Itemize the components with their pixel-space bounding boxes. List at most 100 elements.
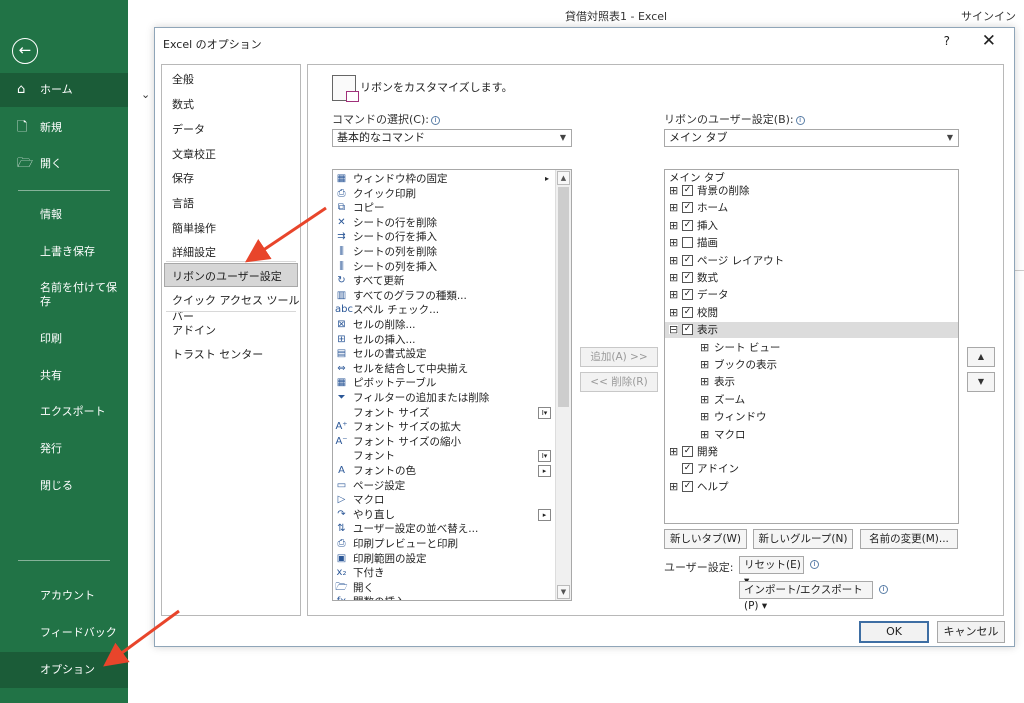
cancel-button[interactable]: キャンセル — [937, 621, 1005, 643]
info-icon[interactable]: i — [430, 116, 440, 125]
sidebar-item-save-as[interactable]: 名前を付けて保存 — [0, 281, 120, 309]
command-item[interactable]: ▦ ピボットテーブル — [333, 376, 553, 391]
checkbox-checked[interactable]: ✓ — [682, 306, 693, 318]
command-item[interactable]: ▭ ページ設定 — [333, 479, 553, 494]
nav-item-general[interactable]: 全般 — [172, 71, 194, 87]
sidebar-item-export[interactable]: エクスポート — [0, 405, 128, 419]
expand-icon[interactable]: ⊞ — [700, 411, 709, 422]
scroll-up-icon[interactable]: ▲ — [557, 171, 570, 185]
command-item[interactable]: ⎙ クイック印刷 — [333, 187, 553, 202]
sidebar-item-print[interactable]: 印刷 — [0, 332, 128, 346]
checkbox-checked[interactable]: ✓ — [682, 272, 693, 283]
sidebar-item-account[interactable]: アカウント — [0, 589, 128, 603]
import-export-dropdown[interactable]: インポート/エクスポート(P) ▾ — [739, 581, 873, 612]
sidebar-item-options[interactable]: オプション — [0, 652, 128, 688]
command-item[interactable]: x₂ 下付き — [333, 566, 553, 581]
tree-item[interactable]: ⊞ マクロ — [665, 427, 958, 443]
command-item[interactable]: ⇉ シートの行を挿入 — [333, 230, 553, 245]
checkbox-unchecked[interactable] — [682, 237, 693, 249]
command-item[interactable]: ⧉ コピー — [333, 201, 553, 216]
sidebar-item-close[interactable]: 閉じる — [0, 479, 128, 493]
ok-button[interactable]: OK — [859, 621, 929, 643]
tree-item[interactable]: ⊞ シート ビュー — [665, 340, 958, 356]
info-icon[interactable]: i — [795, 116, 805, 125]
expand-icon[interactable]: ⊞ — [669, 220, 678, 231]
tree-item[interactable]: ⊞ ウィンドウ — [665, 409, 958, 425]
command-item[interactable]: ▤ セルの書式設定 — [333, 347, 553, 362]
expand-icon[interactable]: ⊞ — [669, 272, 678, 283]
command-item[interactable]: フォント サイズ I▾ — [333, 406, 553, 421]
tree-item[interactable]: ⊞ ズーム — [665, 392, 958, 408]
scrollbar[interactable]: ▲ ▼ — [555, 170, 571, 600]
command-item[interactable]: A フォントの色 ▸ — [333, 464, 553, 479]
checkbox-checked[interactable]: ✓ — [682, 463, 693, 475]
scroll-thumb[interactable] — [558, 187, 569, 407]
command-item[interactable]: ⇅ ユーザー設定の並べ替え... — [333, 522, 553, 537]
command-item[interactable]: ⊞ セルの挿入... — [333, 333, 553, 348]
expand-icon[interactable]: ⊞ — [700, 394, 709, 405]
checkbox-checked[interactable]: ✓ — [682, 446, 693, 457]
close-icon[interactable]: ✕ — [982, 31, 996, 51]
checkbox-checked[interactable]: ✓ — [682, 480, 693, 492]
command-item[interactable]: ✕ シートの行を削除 — [333, 216, 553, 231]
command-item[interactable]: abc スペル チェック... — [333, 303, 553, 318]
nav-item-formulas[interactable]: 数式 — [172, 96, 194, 112]
tree-item[interactable]: ✓ アドイン — [665, 461, 958, 477]
command-item[interactable]: フォント I▾ — [333, 449, 553, 464]
expand-icon[interactable]: ⊞ — [700, 376, 709, 387]
sign-in-link[interactable]: サインイン — [961, 8, 1016, 24]
tree-item[interactable]: ⊞ ✓ ページ レイアウト — [665, 253, 958, 269]
command-item[interactable]: A⁺ フォント サイズの拡大 — [333, 420, 553, 435]
command-item[interactable]: 🗁 開く — [333, 581, 553, 596]
command-item[interactable]: ⊠ セルの削除... — [333, 318, 553, 333]
nav-item-proofing[interactable]: 文章校正 — [172, 146, 216, 162]
reset-dropdown[interactable]: リセット(E) ▾ — [739, 556, 804, 587]
command-item[interactable]: fx 関数の挿入... — [333, 595, 553, 600]
sidebar-item-share[interactable]: 共有 — [0, 369, 128, 383]
help-icon[interactable]: ? — [944, 34, 950, 48]
remove-button[interactable]: << 削除(R) — [580, 372, 658, 392]
checkbox-checked[interactable]: ✓ — [682, 202, 693, 214]
command-item[interactable]: ⏷ フィルターの追加または削除 — [333, 391, 553, 406]
move-up-button[interactable]: ▲ — [967, 347, 995, 367]
commands-select[interactable]: 基本的なコマンド ▼ — [332, 129, 572, 147]
nav-item-save[interactable]: 保存 — [172, 170, 194, 186]
expand-icon[interactable]: ⊞ — [669, 237, 678, 248]
ribbon-tree[interactable]: メイン タブ ⊞ ✓ 背景の削除 ⊞ ✓ ホーム ⊞ ✓ 挿入 ⊞ 描画 ⊞ ✓ ページ レイアウト ⊞ ✓ 数… — [664, 169, 959, 524]
tree-item[interactable]: ⊟ ✓ 表示 — [665, 322, 958, 339]
tree-item[interactable]: ⊞ 描画 — [665, 235, 958, 251]
collapse-icon[interactable]: ⊟ — [669, 324, 678, 335]
tree-item[interactable]: ⊞ ✓ 挿入 — [665, 218, 958, 234]
tree-item[interactable]: ⊞ 表示 — [665, 374, 958, 390]
back-arrow-icon[interactable]: ← — [12, 38, 38, 64]
checkbox-checked[interactable]: ✓ — [682, 324, 693, 336]
new-tab-button[interactable]: 新しいタブ(W) — [664, 529, 747, 549]
command-item[interactable]: ▥ すべてのグラフの種類... — [333, 289, 553, 304]
tree-item[interactable]: ⊞ ✓ 開発 — [665, 444, 958, 460]
sidebar-item-publish[interactable]: 発行 — [0, 442, 128, 456]
tree-item[interactable]: ⊞ ✓ 数式 — [665, 270, 958, 286]
expand-icon[interactable]: ⊞ — [669, 255, 678, 266]
nav-item-language[interactable]: 言語 — [172, 195, 194, 211]
checkbox-checked[interactable]: ✓ — [682, 289, 693, 301]
command-item[interactable]: ▦ ウィンドウ枠の固定 ▸ — [333, 172, 553, 187]
command-item[interactable]: ▣ 印刷範囲の設定 — [333, 552, 553, 567]
expand-icon[interactable]: ⊞ — [700, 359, 709, 370]
expand-icon[interactable]: ⊞ — [669, 307, 678, 318]
command-item[interactable]: ↻ すべて更新 — [333, 274, 553, 289]
rename-button[interactable]: 名前の変更(M)... — [860, 529, 958, 549]
checkbox-checked[interactable]: ✓ — [682, 219, 693, 231]
info-icon[interactable]: i — [879, 585, 888, 594]
nav-item-data[interactable]: データ — [172, 121, 205, 137]
info-icon[interactable]: i — [810, 560, 819, 569]
tree-item[interactable]: ⊞ ✓ ホーム — [665, 200, 958, 216]
expand-icon[interactable]: ⊞ — [669, 481, 678, 492]
nav-item-addins[interactable]: アドイン — [172, 322, 216, 338]
scroll-down-icon[interactable]: ▼ — [557, 585, 570, 599]
checkbox-checked[interactable]: ✓ — [682, 254, 693, 266]
expand-icon[interactable]: ⊞ — [669, 185, 678, 196]
nav-item-customize-ribbon[interactable]: リボンのユーザー設定 — [164, 263, 298, 287]
nav-item-advanced[interactable]: 詳細設定 — [172, 244, 216, 260]
expand-icon[interactable]: ⊞ — [669, 289, 678, 300]
command-item[interactable]: ⇔ セルを結合して中央揃え — [333, 362, 553, 377]
